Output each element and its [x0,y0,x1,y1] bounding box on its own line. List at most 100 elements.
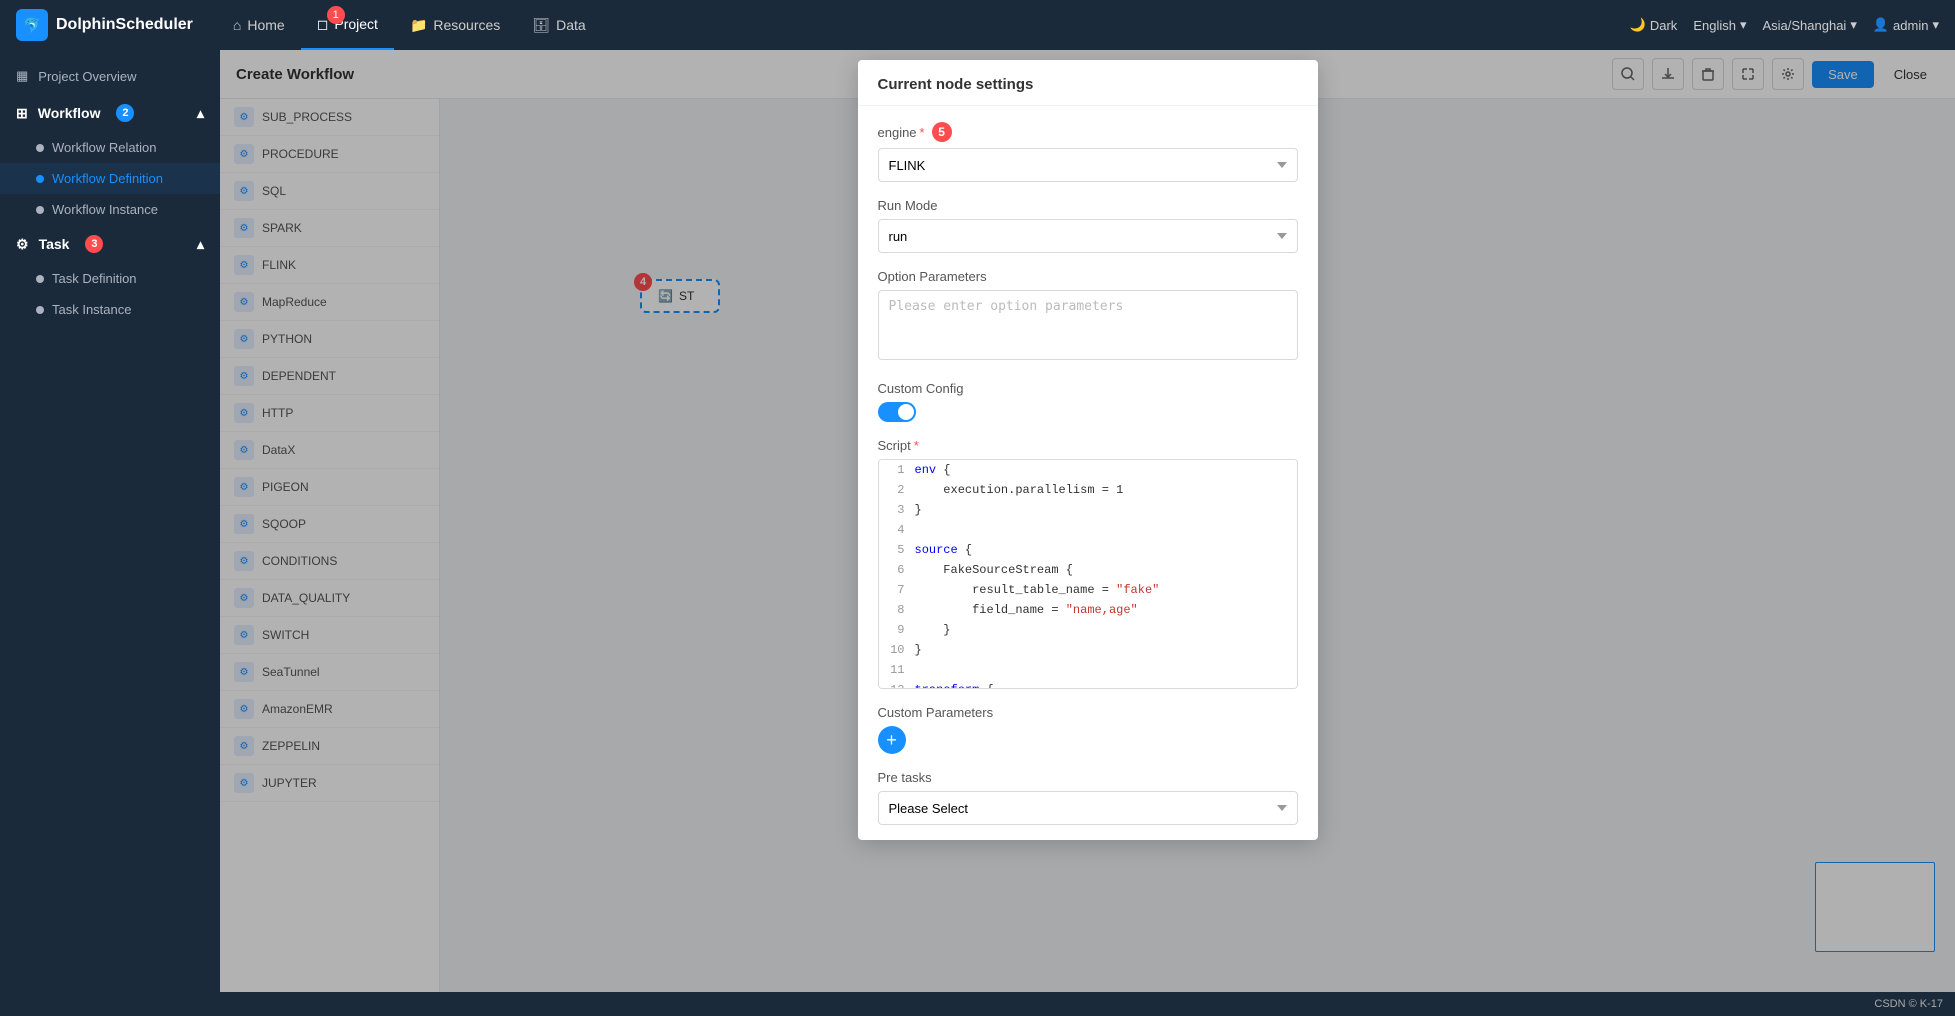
line-content-1: env { [915,460,951,480]
line-content-3: } [915,500,922,520]
custom-config-toggle[interactable] [878,402,916,422]
toggle-thumb [898,404,914,420]
task-group-label: Task [39,236,70,252]
language-chevron: ▾ [1740,17,1747,33]
sidebar-item-task-instance[interactable]: Task Instance [0,294,220,325]
status-bar: CSDN © K-17 [0,992,1955,1016]
timezone-selector[interactable]: Asia/Shanghai ▾ [1762,17,1856,33]
resources-icon: 📁 [410,17,427,34]
nav-resources-label: Resources [433,17,500,33]
code-line-5: 5source { [879,540,1297,560]
workflow-group-label: Workflow [38,105,101,121]
sidebar-item-workflow-instance[interactable]: Workflow Instance [0,194,220,225]
language-label: English [1693,18,1736,33]
line-content-12: transform { [915,680,994,689]
line-number-5: 5 [879,540,915,560]
theme-label: Dark [1650,18,1677,33]
sidebar-workflow-group[interactable]: ⊞ Workflow 2 ▴ [0,94,220,132]
task-group-icon: ⚙ [16,236,29,253]
project-overview-label: Project Overview [38,69,136,84]
nav-data[interactable]: 🗄 Data [516,0,601,50]
engine-required: * [920,125,925,140]
user-icon: 👤 [1873,17,1889,33]
code-line-9: 9 } [879,620,1297,640]
custom-config-field: Custom Config [878,381,1298,422]
nav-right: 🌙 Dark English ▾ Asia/Shanghai ▾ 👤 admin… [1630,17,1939,33]
logo[interactable]: 🐬 DolphinScheduler [16,9,193,41]
run-mode-label: Run Mode [878,198,1298,213]
code-line-10: 10} [879,640,1297,660]
workflow-badge: 2 [116,104,134,122]
nav-home-label: Home [247,17,284,33]
pre-tasks-select[interactable]: Please Select [878,791,1298,825]
theme-icon: 🌙 [1630,17,1646,33]
sidebar-item-workflow-relation[interactable]: Workflow Relation [0,132,220,163]
task-definition-dot [36,275,44,283]
pre-tasks-field: Pre tasks Please Select [878,770,1298,825]
engine-select[interactable]: FLINK [878,148,1298,182]
code-line-11: 11 [879,660,1297,680]
script-field: Script * 1env {2 execution.parallelism =… [878,438,1298,689]
nav-resources[interactable]: 📁 Resources [394,0,516,50]
line-number-10: 10 [879,640,915,660]
data-icon: 🗄 [532,17,550,34]
sidebar-item-workflow-definition[interactable]: Workflow Definition [0,163,220,194]
user-menu[interactable]: 👤 admin ▾ [1873,17,1939,33]
line-content-8: field_name = "name,age" [915,600,1138,620]
content-area: Create Workflow Save Close [220,50,1955,992]
option-params-label: Option Parameters [878,269,1298,284]
option-params-textarea[interactable] [878,290,1298,360]
sidebar: ▦ Project Overview ⊞ Workflow 2 ▴ Workfl… [0,50,220,992]
line-number-11: 11 [879,660,915,680]
option-params-field: Option Parameters [878,269,1298,365]
custom-config-label: Custom Config [878,381,1298,396]
line-content-9: } [915,620,951,640]
sidebar-item-task-definition[interactable]: Task Definition [0,263,220,294]
workflow-relation-dot [36,144,44,152]
logo-icon: 🐬 [16,9,48,41]
line-number-4: 4 [879,520,915,540]
line-number-12: 12 [879,680,915,689]
top-navigation: 🐬 DolphinScheduler ⌂ Home ◻ Project 1 📁 … [0,0,1955,50]
timezone-label: Asia/Shanghai [1762,18,1846,33]
code-line-1: 1env { [879,460,1297,480]
code-line-8: 8 field_name = "name,age" [879,600,1297,620]
language-selector[interactable]: English ▾ [1693,17,1746,33]
line-content-6: FakeSourceStream { [915,560,1073,580]
node-settings-modal: Current node settings engine * 5 FLINK [858,60,1318,840]
line-content-5: source { [915,540,973,560]
overview-icon: ▦ [16,68,28,84]
task-badge: 3 [85,235,103,253]
modal-body: engine * 5 FLINK Run Mode [858,106,1318,840]
add-param-button[interactable]: + [878,726,906,754]
home-icon: ⌂ [233,17,241,33]
code-line-12: 12transform { [879,680,1297,689]
script-editor[interactable]: 1env {2 execution.parallelism = 13}45sou… [878,459,1298,689]
app-name: DolphinScheduler [56,16,193,34]
line-content-7: result_table_name = "fake" [915,580,1160,600]
script-required: * [914,438,919,453]
user-label: admin [1893,18,1928,33]
custom-config-toggle-wrap [878,402,1298,422]
nav-home[interactable]: ⌂ Home [217,0,301,50]
sidebar-task-group[interactable]: ⚙ Task 3 ▴ [0,225,220,263]
code-line-7: 7 result_table_name = "fake" [879,580,1297,600]
line-number-2: 2 [879,480,915,500]
sidebar-item-project-overview[interactable]: ▦ Project Overview [0,58,220,94]
engine-badge: 5 [932,122,952,142]
nav-project[interactable]: ◻ Project 1 [301,0,394,50]
line-number-3: 3 [879,500,915,520]
code-line-3: 3} [879,500,1297,520]
project-badge: 1 [327,6,345,24]
engine-label: engine * 5 [878,122,1298,142]
modal-overlay: Current node settings engine * 5 FLINK [220,50,1955,992]
theme-toggle[interactable]: 🌙 Dark [1630,17,1678,33]
nav-items: ⌂ Home ◻ Project 1 📁 Resources 🗄 Data [217,0,1630,50]
line-number-8: 8 [879,600,915,620]
engine-field: engine * 5 FLINK [878,122,1298,182]
workflow-instance-label: Workflow Instance [52,202,158,217]
run-mode-select[interactable]: run [878,219,1298,253]
line-number-1: 1 [879,460,915,480]
pre-tasks-label: Pre tasks [878,770,1298,785]
workflow-collapse-icon: ▴ [197,105,204,122]
